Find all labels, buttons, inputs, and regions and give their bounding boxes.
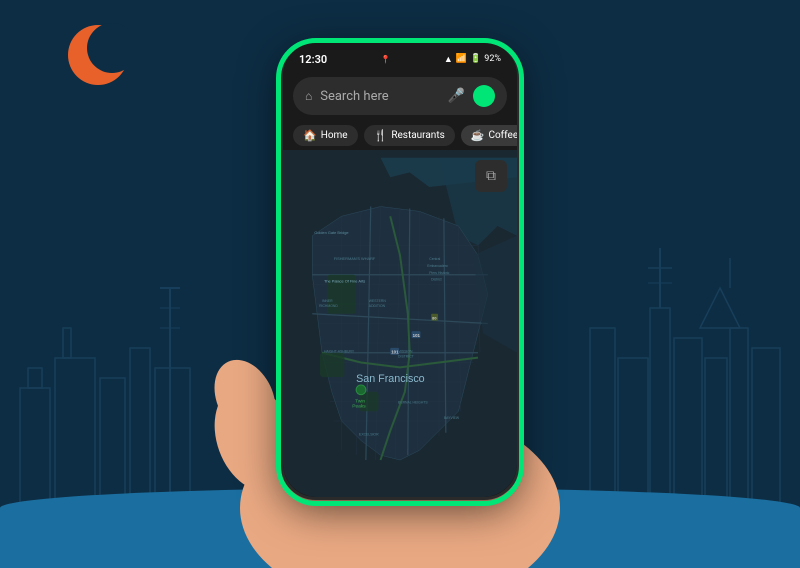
search-bar[interactable]: ⌂ Search here 🎤: [293, 77, 507, 115]
mic-icon[interactable]: 🎤: [448, 88, 465, 104]
svg-text:WESTERN: WESTERN: [369, 299, 387, 303]
svg-text:BERNAL HEIGHTS: BERNAL HEIGHTS: [398, 400, 428, 404]
svg-text:District: District: [431, 278, 441, 282]
restaurants-chip-icon: 🍴: [374, 129, 388, 142]
background: 12:30 📍 ▲ 📶 🔋 92% ⌂ Search here 🎤: [0, 0, 800, 568]
svg-text:MISSION: MISSION: [398, 350, 413, 354]
phone: 12:30 📍 ▲ 📶 🔋 92% ⌂ Search here 🎤: [280, 40, 520, 500]
svg-text:INNER: INNER: [322, 299, 333, 303]
svg-text:DISTRICT: DISTRICT: [398, 355, 414, 359]
chip-coffee-label: Coffee: [488, 130, 517, 141]
svg-text:Embarcadero: Embarcadero: [427, 264, 448, 268]
home-chip-icon: 🏠: [303, 129, 317, 142]
svg-text:San Francisco: San Francisco: [356, 373, 425, 385]
svg-text:Piers Historic: Piers Historic: [429, 271, 449, 275]
status-bar: 12:30 📍 ▲ 📶 🔋 92%: [283, 43, 517, 71]
map-svg: FISHERMAN'S WHARF Central Embarcadero Pi…: [283, 150, 517, 497]
moon-icon: [60, 20, 130, 90]
sim-icon: 📍: [381, 55, 391, 64]
svg-text:HAIGHT-ASHBURY: HAIGHT-ASHBURY: [324, 350, 355, 354]
svg-text:Golden Gate Bridge: Golden Gate Bridge: [314, 230, 348, 235]
chip-restaurants[interactable]: 🍴 Restaurants: [364, 125, 455, 146]
map-area[interactable]: FISHERMAN'S WHARF Central Embarcadero Pi…: [283, 150, 517, 497]
status-time: 12:30: [299, 53, 327, 66]
battery-percent: 92%: [484, 54, 501, 64]
layer-icon: ⧉: [486, 168, 496, 184]
home-icon-small: ⌂: [305, 89, 312, 103]
chip-coffee[interactable]: ☕ Coffee 2: [461, 125, 517, 146]
search-placeholder: Search here: [320, 89, 439, 104]
chip-home[interactable]: 🏠 Home: [293, 125, 358, 146]
chip-home-label: Home: [321, 130, 348, 141]
svg-text:Central: Central: [429, 257, 440, 261]
signal-icon: 📶: [456, 54, 467, 64]
layer-button[interactable]: ⧉: [475, 160, 507, 192]
svg-text:FISHERMAN'S WHARF: FISHERMAN'S WHARF: [334, 256, 376, 261]
coffee-chip-icon: ☕: [471, 129, 485, 142]
svg-text:101: 101: [391, 350, 399, 355]
wifi-icon: ▲: [444, 54, 453, 65]
svg-text:ADDITION: ADDITION: [369, 304, 386, 308]
profile-button[interactable]: [473, 85, 495, 107]
chip-restaurants-label: Restaurants: [391, 130, 444, 141]
svg-text:BAYVIEW: BAYVIEW: [444, 416, 460, 420]
svg-text:101: 101: [413, 333, 421, 338]
chips-row: 🏠 Home 🍴 Restaurants ☕ Coffee 2 🍸 B: [283, 121, 517, 150]
svg-text:The Palace Of Fine Arts: The Palace Of Fine Arts: [324, 279, 365, 284]
status-icons: ▲ 📶 🔋 92%: [444, 54, 501, 65]
svg-text:80: 80: [432, 316, 436, 321]
svg-text:Peaks: Peaks: [352, 403, 366, 409]
svg-text:EXCELSIOR: EXCELSIOR: [359, 433, 379, 437]
svg-text:RICHMOND: RICHMOND: [319, 304, 338, 308]
battery-icon: 🔋: [470, 54, 481, 64]
